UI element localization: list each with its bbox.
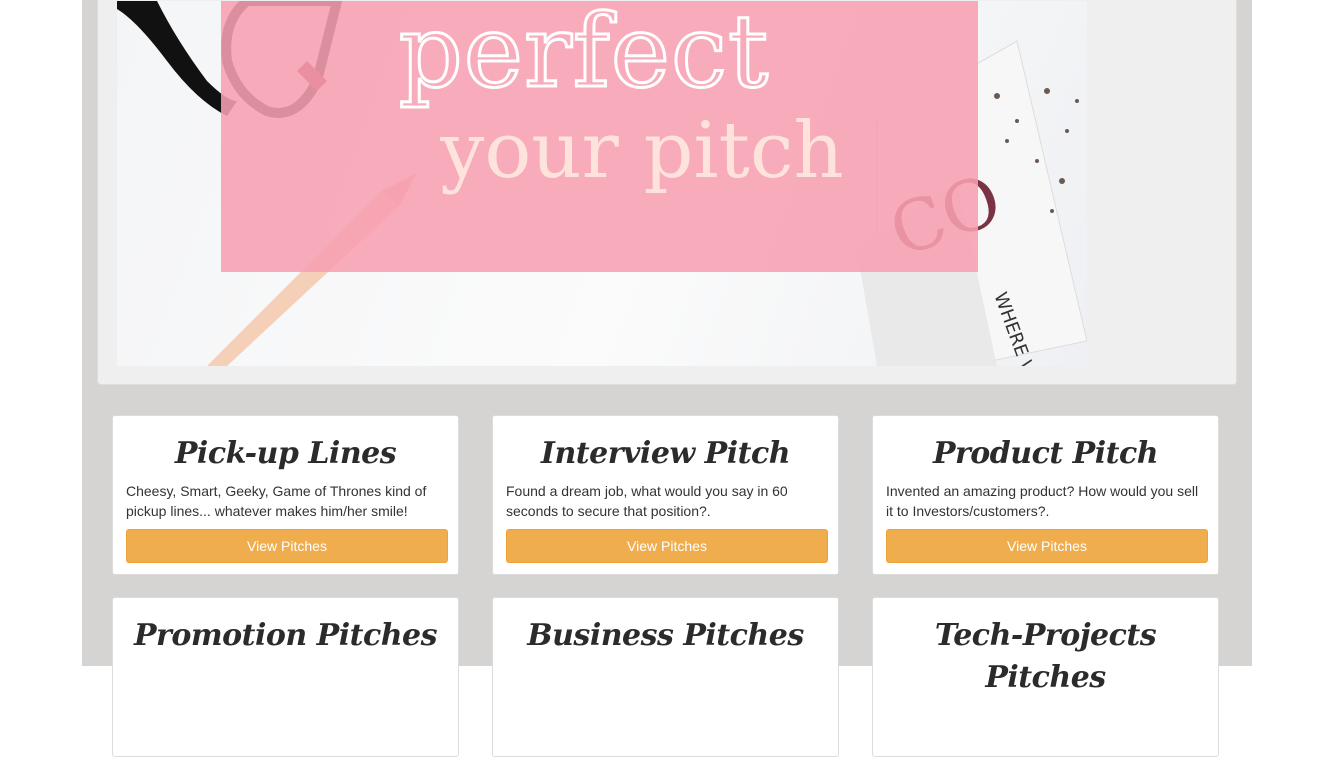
category-card-product-pitch: Product Pitch Invented an amazing produc… xyxy=(872,415,1219,575)
view-pitches-button[interactable]: View Pitches xyxy=(126,529,448,563)
card-title: Promotion Pitches xyxy=(133,618,438,653)
card-title: Business Pitches xyxy=(527,618,804,653)
page-container: CO WHERE WILL YOUR perfect your pitch Pi… xyxy=(82,0,1252,757)
card-title: Pick-up Lines xyxy=(174,436,397,471)
card-description: Cheesy, Smart, Geeky, Game of Thrones ki… xyxy=(126,483,427,519)
hero-jumbotron: CO WHERE WILL YOUR perfect your pitch xyxy=(97,0,1237,385)
card-description: Found a dream job, what would you say in… xyxy=(506,483,788,519)
category-card-interview-pitch: Interview Pitch Found a dream job, what … xyxy=(492,415,839,575)
category-card-business-pitches: Business Pitches xyxy=(492,597,839,757)
card-title: Interview Pitch xyxy=(540,436,791,471)
category-card-promotion-pitches: Promotion Pitches xyxy=(112,597,459,757)
view-pitches-button[interactable]: View Pitches xyxy=(886,529,1208,563)
hero-image: CO WHERE WILL YOUR perfect your pitch xyxy=(117,1,1087,366)
hero-title-line1: perfect xyxy=(397,1,770,112)
hero-title-line2: your pitch xyxy=(440,106,844,196)
category-card-tech-projects-pitches: Tech-Projects Pitches xyxy=(872,597,1219,757)
card-description: Invented an amazing product? How would y… xyxy=(886,483,1199,519)
card-title: Product Pitch xyxy=(932,436,1159,471)
category-card-pickup-lines: Pick-up Lines Cheesy, Smart, Geeky, Game… xyxy=(112,415,459,575)
card-title: Tech-Projects Pitches xyxy=(934,618,1157,695)
view-pitches-button[interactable]: View Pitches xyxy=(506,529,828,563)
